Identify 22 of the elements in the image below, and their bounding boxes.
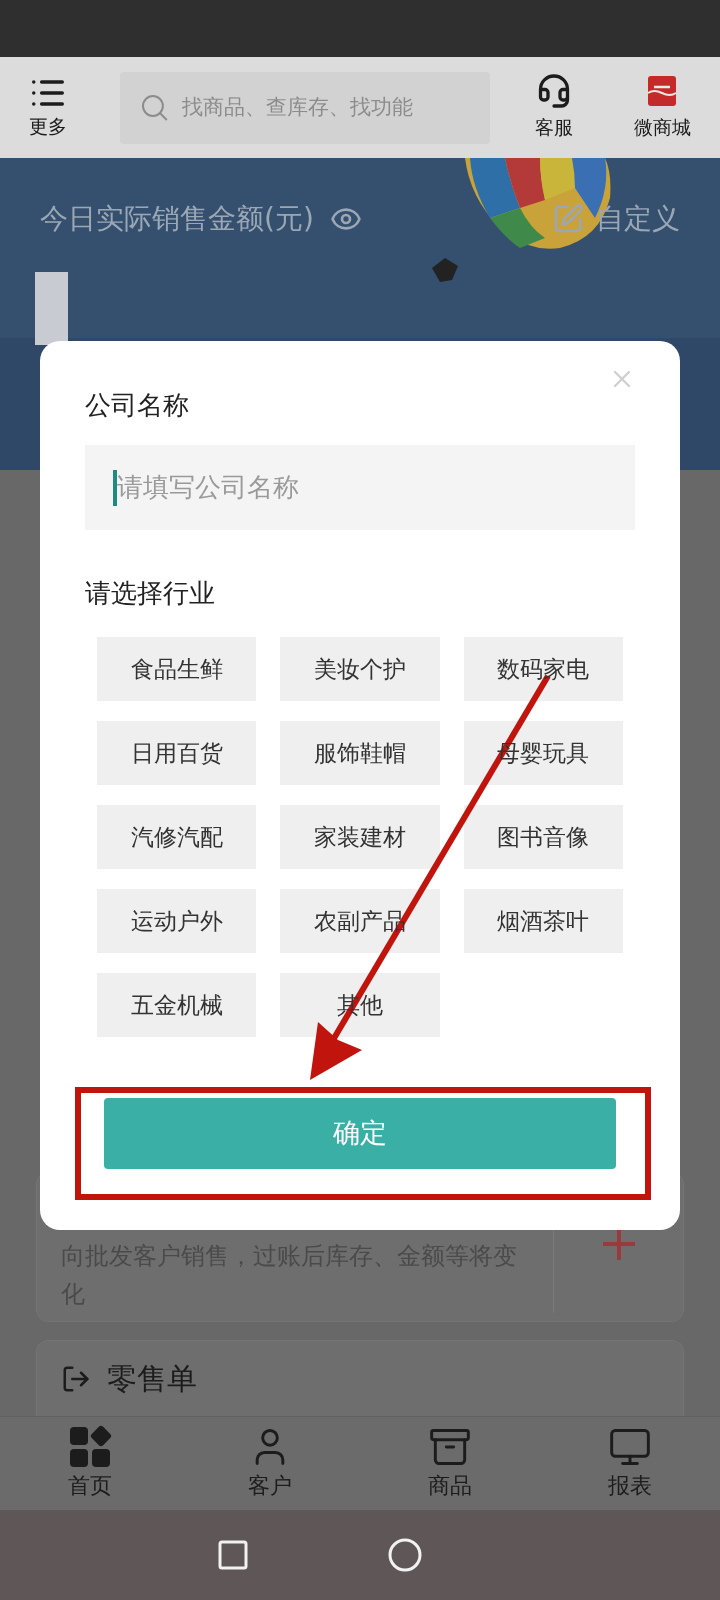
industry-option[interactable]: 数码家电 [463, 637, 623, 701]
header-action[interactable]: 微商城 [620, 73, 704, 142]
card-title: 零售单 [107, 1360, 197, 1398]
industry-label: 请选择行业 [85, 577, 216, 610]
industry-option[interactable]: 食品生鲜 [97, 637, 257, 701]
company-field[interactable]: 请填写公司名称 [85, 445, 635, 530]
industry-option[interactable]: 日用百货 [97, 721, 257, 785]
industry-option[interactable]: 家装建材 [280, 805, 440, 869]
industry-option[interactable]: 运动户外 [97, 889, 257, 953]
industry-option[interactable]: 服饰鞋帽 [280, 721, 440, 785]
more-button[interactable]: 更多 [16, 74, 80, 141]
company-label: 公司名称 [85, 389, 190, 422]
header-action[interactable]: 客服 [512, 73, 596, 142]
industry-option[interactable]: 烟酒茶叶 [463, 889, 623, 953]
sales-title: 今日实际销售金额(元) [40, 201, 314, 237]
industry-option[interactable]: 五金机械 [97, 973, 257, 1037]
search-input[interactable]: 找商品、查库存、找功能 [181, 91, 470, 124]
industry-option[interactable]: 美妆个护 [280, 637, 440, 701]
industry-option[interactable]: 汽修汽配 [97, 805, 257, 869]
industry-option[interactable]: 图书音像 [463, 805, 623, 869]
search-field[interactable]: 找商品、查库存、找功能 [120, 71, 490, 144]
company-input[interactable]: 请填写公司名称 [117, 468, 557, 507]
